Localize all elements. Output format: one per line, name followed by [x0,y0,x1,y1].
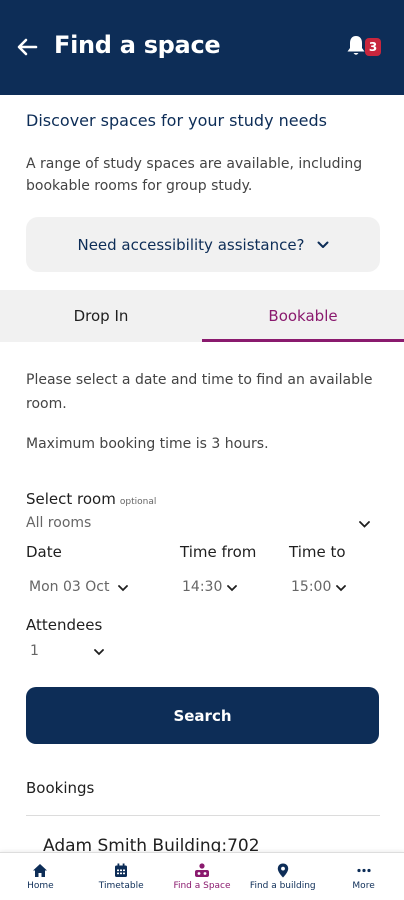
search-button[interactable]: Search [26,687,379,744]
app-header: Find a space 3 [0,0,404,95]
tab-drop-in[interactable]: Drop In [0,290,202,342]
time-from-label: Time from [180,543,257,561]
people-icon [194,862,209,877]
nav-home[interactable]: Home [0,853,81,900]
nav-find-a-space[interactable]: Find a Space [162,853,243,900]
nav-home-label: Home [27,880,54,891]
attendees-label: Attendees [26,616,103,634]
nav-find-a-building-label: Find a building [249,880,316,891]
date-label: Date [26,543,62,561]
divider [26,815,380,816]
nav-timetable[interactable]: Timetable [81,853,162,900]
calendar-icon [115,863,128,877]
notification-badge: 3 [365,38,381,56]
nav-find-a-building[interactable]: Find a building [242,853,323,900]
date-select-value: Mon 03 Oct [29,579,110,595]
intro-text: A range of study spaces are available, i… [26,156,363,194]
time-to-select[interactable]: 15:00 [289,578,359,600]
chevron-down-icon [94,649,104,656]
select-room-label: Select room optional [26,490,156,508]
page-title: Find a space [54,31,221,59]
bottom-navigation: Home Timetable Find a Space Find a build… [0,852,404,900]
time-to-label: Time to [289,543,346,561]
chevron-down-icon [336,585,346,592]
chevron-down-icon [227,585,237,592]
optional-hint: optional [119,497,157,507]
nav-find-a-space-label: Find a Space [173,880,231,891]
more-icon [356,868,371,872]
room-select[interactable]: All rooms [26,513,374,537]
booking-instructions: Please select a date and time to find an… [26,372,373,412]
attendees-select[interactable]: 1 [26,642,108,664]
time-from-select[interactable]: 14:30 [180,578,250,600]
chevron-down-icon [317,241,329,248]
accessibility-assistance-button[interactable]: Need accessibility assistance? [26,217,380,272]
back-arrow-icon [17,38,38,56]
tab-bookable[interactable]: Bookable [202,290,404,342]
intro-title: Discover spaces for your study needs [26,111,327,130]
date-select[interactable]: Mon 03 Oct [26,578,146,600]
nav-more[interactable]: More [323,853,404,900]
room-select-value: All rooms [26,515,92,531]
home-icon [33,863,48,877]
time-to-value: 15:00 [291,579,332,595]
back-button[interactable] [14,34,40,60]
accessibility-label: Need accessibility assistance? [77,235,305,254]
attendees-value: 1 [30,643,39,659]
time-from-value: 14:30 [182,579,223,595]
nav-more-label: More [352,880,375,891]
chevron-down-icon [359,521,370,528]
notifications-button[interactable]: 3 [344,34,384,62]
max-booking-note: Maximum booking time is 3 hours. [26,436,269,452]
chevron-down-icon [118,585,128,592]
location-pin-icon [277,863,288,877]
tab-bar: Drop In Bookable [0,290,404,342]
nav-timetable-label: Timetable [98,880,144,891]
select-room-label-text: Select room [26,490,116,508]
bookings-title: Bookings [26,779,95,797]
